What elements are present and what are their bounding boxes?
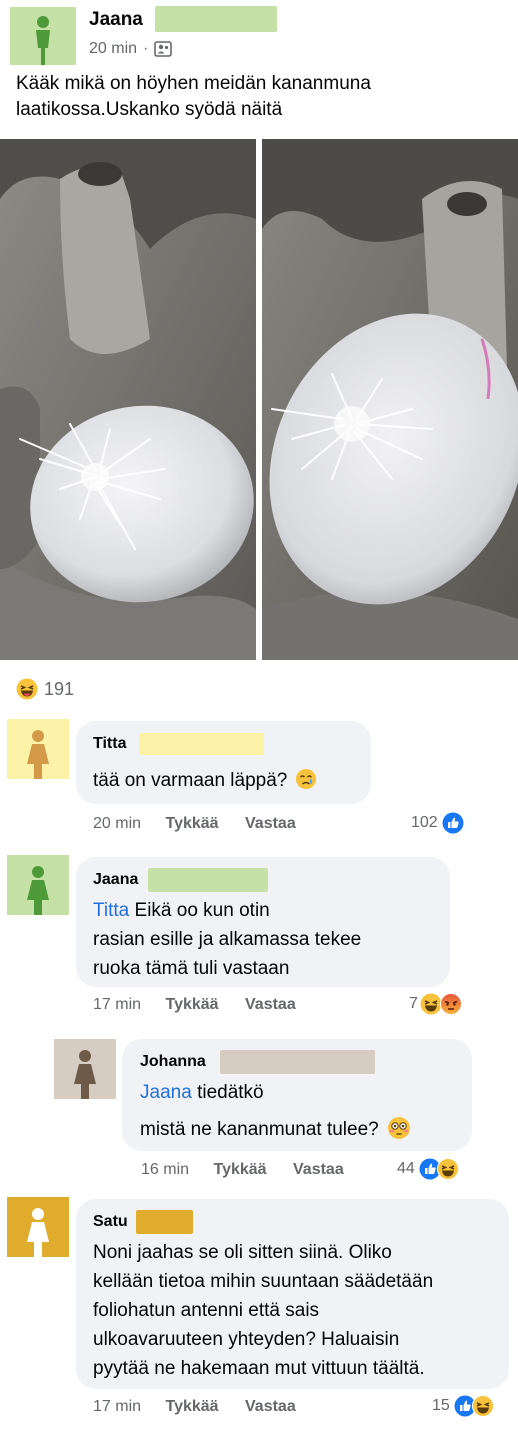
redacted-surname (220, 1050, 375, 1074)
comment-reactions[interactable]: 15 (432, 1395, 494, 1417)
reply-button[interactable]: Vastaa (245, 815, 296, 832)
like-reaction-icon (442, 812, 464, 834)
comment-actions: 17 min Tykkää Vastaa (93, 1398, 296, 1416)
comment-author[interactable]: Satu (93, 1213, 128, 1231)
egg-carton-photo (0, 139, 256, 660)
comment-text-line: Eikä oo kun otin (134, 900, 270, 921)
haha-reaction-icon (16, 678, 38, 700)
comment-reaction-count: 102 (411, 814, 438, 831)
comment-text-line: mistä ne kananmunat tulee? (140, 1119, 379, 1140)
comment-text-line: rasian esille ja alkamassa tekee (93, 929, 362, 950)
redacted-surname (148, 868, 268, 892)
post-time[interactable]: 20 min (89, 40, 137, 58)
comment-text: Titta Eikä oo kun otin rasian esille ja … (93, 896, 361, 983)
comment-text-line: pyytää ne hakemaan mut vittuun täältä. (93, 1358, 425, 1379)
comment-author[interactable]: Johanna (140, 1053, 206, 1071)
haha-reaction-icon (471, 1395, 494, 1417)
comment-text: Noni jaahas se oli sitten siinä. Oliko k… (93, 1238, 433, 1383)
comment-reaction-count: 44 (397, 1160, 415, 1177)
haha-reaction-icon (436, 1158, 459, 1180)
mention-link[interactable]: Titta (93, 900, 129, 921)
mention-link[interactable]: Jaana (140, 1082, 192, 1103)
comment-avatar[interactable] (7, 1197, 69, 1257)
like-button[interactable]: Tykkää (165, 815, 218, 832)
comment-actions: 17 min Tykkää Vastaa (93, 996, 296, 1014)
person-icon (27, 1208, 49, 1257)
comment-time[interactable]: 20 min (93, 815, 141, 832)
comment-time[interactable]: 16 min (141, 1161, 189, 1178)
comment-bubble: Johanna Jaana tiedätkö mistä ne kananmun… (122, 1039, 472, 1151)
reply-button[interactable]: Vastaa (293, 1161, 344, 1178)
comment-text-body: tää on varmaan läppä? (93, 770, 288, 791)
haha-reaction-icon (420, 993, 442, 1015)
comment-actions: 20 min Tykkää Vastaa (93, 815, 296, 833)
comment-text-line: ruoka tämä tuli vastaan (93, 958, 290, 979)
person-icon (27, 730, 49, 779)
post-author-avatar[interactable] (10, 7, 76, 65)
friends-icon[interactable] (154, 41, 173, 57)
comment-time[interactable]: 17 min (93, 996, 141, 1013)
comment-actions: 16 min Tykkää Vastaa (141, 1161, 344, 1179)
redacted-surname (136, 1210, 193, 1234)
comment-text-line: kellään tietoa mihin suuntaan säädetään (93, 1271, 434, 1292)
comment-text: Jaana tiedätkö mistä ne kananmunat tulee… (140, 1078, 411, 1144)
crying-face-icon (295, 769, 316, 789)
like-button[interactable]: Tykkää (213, 1161, 266, 1178)
comment-reactions[interactable]: 102 (411, 812, 464, 834)
comment-reaction-count: 15 (432, 1397, 450, 1414)
comment-reactions[interactable]: 44 (397, 1158, 459, 1180)
comment-avatar[interactable] (7, 719, 69, 779)
person-icon (74, 1050, 96, 1099)
comment-time[interactable]: 17 min (93, 1398, 141, 1415)
comment-author[interactable]: Jaana (93, 871, 138, 889)
comment-avatar[interactable] (7, 855, 69, 915)
post-photo-left[interactable] (0, 139, 256, 660)
comment-text-line: Noni jaahas se oli sitten siinä. Oliko (93, 1242, 392, 1263)
post-meta: 20 min · (89, 40, 173, 58)
comment-reactions[interactable]: 7 (409, 993, 462, 1015)
comment-bubble: Satu Noni jaahas se oli sitten siinä. Ol… (76, 1199, 509, 1389)
flushed-face-icon (388, 1117, 410, 1139)
reply-button[interactable]: Vastaa (245, 996, 296, 1013)
reaction-count: 191 (44, 678, 75, 699)
egg-carton-photo (262, 139, 518, 660)
comment-text-line: ulkoavaruuteen yhteyden? Haluaisin (93, 1329, 400, 1350)
meta-separator: · (143, 40, 149, 57)
comment-avatar[interactable] (54, 1039, 116, 1099)
comment-author[interactable]: Titta (93, 735, 126, 753)
comment-reaction-count: 7 (409, 995, 418, 1012)
redacted-surname (139, 733, 264, 755)
comment-text-line: tiedätkö (197, 1082, 264, 1103)
comment-text-line: foliohatun antenni että sais (93, 1300, 320, 1321)
post-reactions[interactable]: 191 (16, 678, 74, 700)
redacted-surname (155, 6, 277, 32)
comment-bubble: Jaana Titta Eikä oo kun otin rasian esil… (76, 857, 450, 987)
comment-text: tää on varmaan läppä? (93, 766, 317, 795)
person-icon (36, 16, 50, 65)
post-text: Kääk mikä on höyhen meidän kananmuna laa… (16, 73, 371, 120)
reply-button[interactable]: Vastaa (245, 1398, 296, 1415)
person-icon (27, 866, 49, 915)
post-photo-right[interactable] (262, 139, 518, 660)
like-button[interactable]: Tykkää (165, 996, 218, 1013)
comment-bubble: Titta tää on varmaan läppä? (76, 721, 371, 804)
post-author-name[interactable]: Jaana (89, 9, 143, 31)
angry-reaction-icon (439, 993, 462, 1015)
like-button[interactable]: Tykkää (165, 1398, 218, 1415)
